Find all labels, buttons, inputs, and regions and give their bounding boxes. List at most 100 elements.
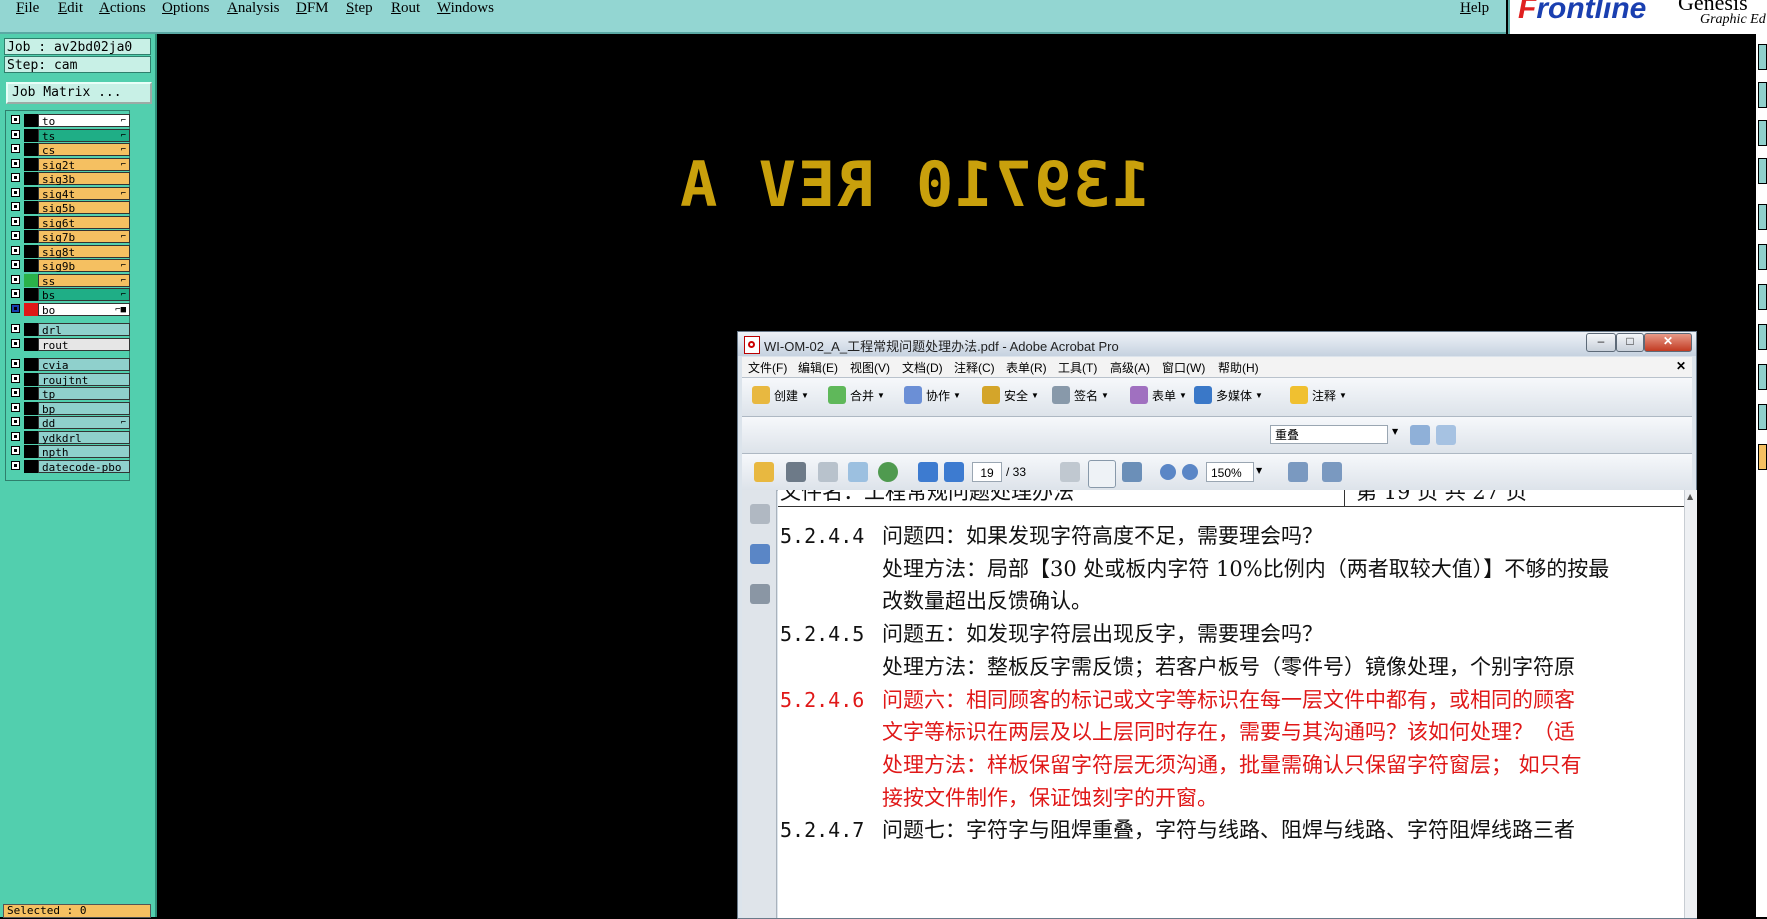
first-icon[interactable] <box>1410 425 1430 445</box>
last-icon[interactable] <box>1436 425 1456 445</box>
layer-row[interactable]: dd ⌐ <box>9 416 130 430</box>
layer-row[interactable]: sig4t ⌐ <box>9 186 130 201</box>
layer-row[interactable]: bo ⌐■ <box>9 302 130 317</box>
layer-checkbox[interactable] <box>11 216 20 226</box>
zoom-input[interactable]: 150% <box>1206 462 1254 482</box>
tool-button[interactable] <box>1758 120 1767 146</box>
layer-row[interactable]: cvia <box>9 358 130 372</box>
combine-button[interactable]: 合并 ▼ <box>828 386 885 404</box>
menu-windows[interactable]: Windows <box>437 0 494 17</box>
menu-dfm[interactable]: DFM <box>296 0 329 17</box>
vertical-scrollbar[interactable]: ▲ <box>1684 490 1697 918</box>
multimedia-button[interactable]: 多媒体 ▼ <box>1194 386 1263 404</box>
layer-checkbox[interactable] <box>11 446 20 455</box>
acro-menu-tools[interactable]: 工具(T) <box>1058 359 1097 376</box>
layer-row[interactable]: rout <box>9 337 130 352</box>
layer-row[interactable]: to ⌐ <box>9 114 130 128</box>
layer-row[interactable]: bs ⌐ <box>9 288 130 302</box>
layer-checkbox[interactable] <box>11 245 20 255</box>
menu-analysis[interactable]: Analysis <box>227 0 280 17</box>
close-icon[interactable]: ✕ <box>1644 333 1692 352</box>
layer-checkbox[interactable] <box>11 129 20 139</box>
tool-button[interactable] <box>1758 404 1767 430</box>
tool-button[interactable] <box>1758 204 1767 230</box>
layer-row[interactable]: drl <box>9 323 130 337</box>
layer-checkbox[interactable] <box>11 402 20 412</box>
tool-button[interactable] <box>1758 284 1767 310</box>
menu-file[interactable]: File <box>16 0 39 17</box>
layer-row[interactable]: roujtnt <box>9 372 130 387</box>
layer-checkbox[interactable] <box>11 289 20 298</box>
layer-row[interactable]: datecode-pbo <box>9 459 130 474</box>
layer-row[interactable]: sig2t ⌐ <box>9 157 130 172</box>
layer-checkbox[interactable] <box>11 260 20 269</box>
tool-button[interactable] <box>1758 324 1767 350</box>
layer-row[interactable]: ydkdrl <box>9 430 130 445</box>
menu-close-icon[interactable]: ✕ <box>1676 359 1686 373</box>
zoom-out-icon[interactable] <box>1160 464 1176 480</box>
signatures-icon[interactable] <box>750 584 770 604</box>
layer-checkbox[interactable] <box>11 388 20 397</box>
layer-checkbox[interactable] <box>11 173 20 182</box>
tool-button[interactable] <box>1758 244 1767 270</box>
job-matrix-button[interactable]: Job Matrix ... <box>6 82 152 104</box>
tool-button[interactable] <box>1758 364 1767 390</box>
layer-row[interactable]: npth <box>9 445 130 459</box>
menu-step[interactable]: Step <box>346 0 373 17</box>
scroll-up-icon[interactable]: ▲ <box>1687 492 1693 501</box>
layer-row[interactable]: sig5b <box>9 201 130 215</box>
next-page-icon[interactable] <box>944 462 964 482</box>
create-button[interactable]: 创建 ▼ <box>752 386 809 404</box>
layer-checkbox[interactable] <box>11 303 20 313</box>
tool-button[interactable] <box>1758 44 1767 70</box>
layer-row[interactable]: sig7b ⌐ <box>9 230 130 244</box>
email-icon[interactable] <box>848 462 868 482</box>
acro-menu-view[interactable]: 视图(V) <box>850 359 890 376</box>
layer-checkbox[interactable] <box>11 202 20 211</box>
select-text-icon[interactable] <box>1060 462 1080 482</box>
print-icon[interactable] <box>786 462 806 482</box>
fit-page-icon[interactable] <box>1288 462 1308 482</box>
globe-icon[interactable] <box>878 462 898 482</box>
layer-row[interactable]: sig9b ⌐ <box>9 259 130 273</box>
layer-row[interactable]: ts ⌐ <box>9 128 130 143</box>
layer-row[interactable]: sig8t <box>9 244 130 259</box>
tool-button[interactable] <box>1758 82 1767 108</box>
maximize-icon[interactable]: □ <box>1616 333 1644 352</box>
collaborate-button[interactable]: 协作 ▼ <box>904 386 961 404</box>
layer-checkbox[interactable] <box>11 324 20 333</box>
acro-menu-document[interactable]: 文档(D) <box>902 359 943 376</box>
bookmarks-icon[interactable] <box>750 544 770 564</box>
fit-width-icon[interactable] <box>1322 462 1342 482</box>
layer-checkbox[interactable] <box>11 373 20 383</box>
tool-button[interactable] <box>1758 158 1767 184</box>
tool-button[interactable] <box>1758 444 1767 470</box>
hand-tool-icon[interactable] <box>1088 460 1116 488</box>
layer-row[interactable]: sig6t <box>9 215 130 230</box>
sign-button[interactable]: 签名 ▼ <box>1052 386 1109 404</box>
zoom-marquee-icon[interactable] <box>1122 462 1142 482</box>
layer-checkbox[interactable] <box>11 187 20 197</box>
layer-row[interactable]: ss ⌐ <box>9 273 130 288</box>
layer-checkbox[interactable] <box>11 338 20 348</box>
menu-rout[interactable]: Rout <box>391 0 420 17</box>
acro-menu-window[interactable]: 窗口(W) <box>1162 359 1205 376</box>
layer-checkbox[interactable] <box>11 274 20 284</box>
minimize-icon[interactable]: – <box>1586 333 1616 352</box>
acro-menu-edit[interactable]: 编辑(E) <box>798 359 838 376</box>
menu-options[interactable]: Options <box>162 0 210 17</box>
layer-checkbox[interactable] <box>11 417 20 426</box>
chevron-down-icon[interactable]: ▼ <box>1392 427 1398 436</box>
layer-checkbox[interactable] <box>11 431 20 441</box>
comment-button[interactable]: 注释 ▼ <box>1290 386 1347 404</box>
menu-actions[interactable]: Actions <box>99 0 146 17</box>
forms-button[interactable]: 表单 ▼ <box>1130 386 1187 404</box>
layer-checkbox[interactable] <box>11 359 20 368</box>
chevron-down-icon[interactable]: ▼ <box>1256 466 1262 475</box>
open-folder-icon[interactable] <box>754 462 774 482</box>
pages-icon[interactable] <box>750 504 770 524</box>
save-icon[interactable] <box>818 462 838 482</box>
acro-menu-file[interactable]: 文件(F) <box>748 359 787 376</box>
secure-button[interactable]: 安全 ▼ <box>982 386 1039 404</box>
menu-edit[interactable]: Edit <box>58 0 83 17</box>
